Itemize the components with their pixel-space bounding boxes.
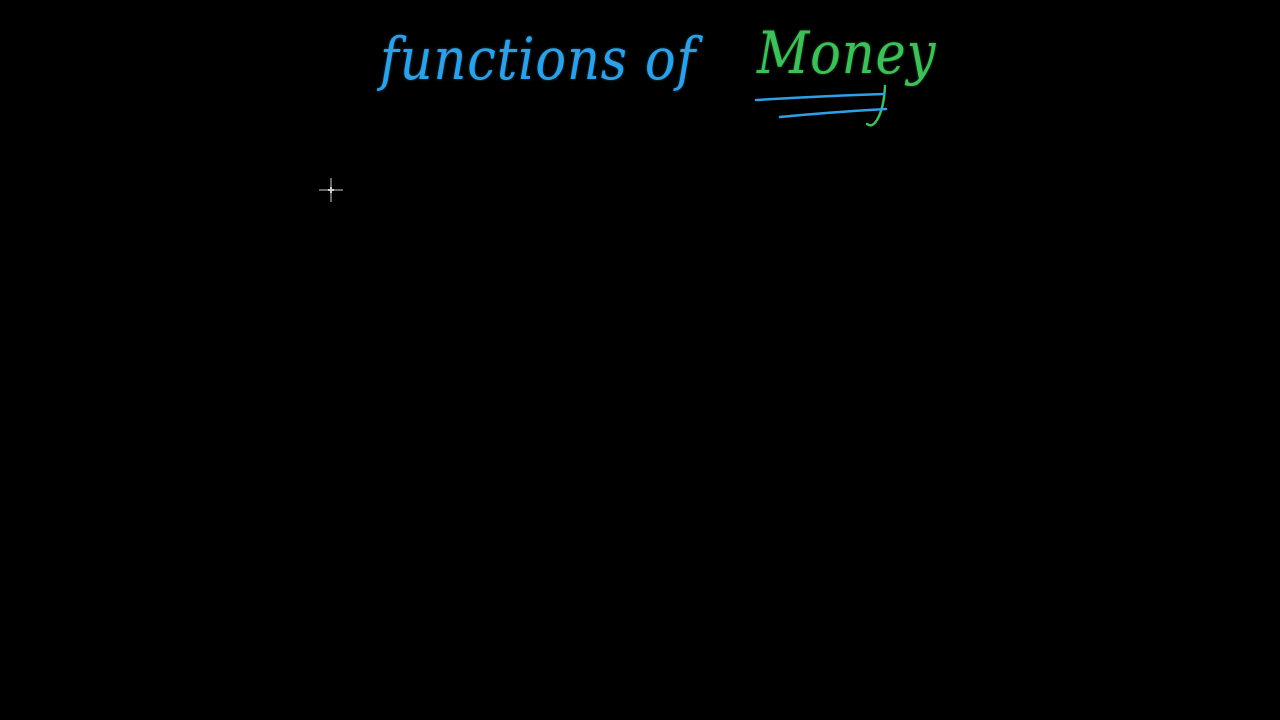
money-y-tail xyxy=(865,84,887,127)
underline-stroke-2 xyxy=(778,107,888,119)
board-title: functions of Money xyxy=(372,16,935,136)
money-underline xyxy=(754,84,888,127)
underline-stroke-1 xyxy=(754,92,886,102)
crosshair-cursor-icon xyxy=(319,178,343,202)
blackboard-canvas[interactable]: functions of Money xyxy=(0,0,1280,720)
